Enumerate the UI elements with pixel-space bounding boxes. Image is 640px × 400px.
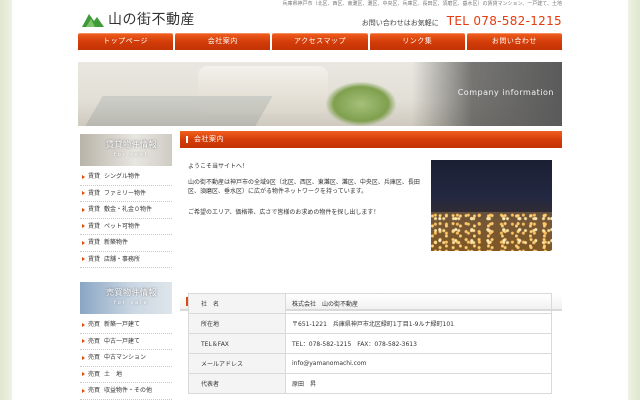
item-label: 収益物件・その他 [104,387,153,394]
table-value: 株式会社 山の街不動産 [285,293,552,314]
city-lights [431,212,552,251]
banner-caption: Company information [457,88,554,97]
sale-section-title: 売買物件情報 [106,288,157,297]
item-category: 売買 [88,370,101,378]
rent-section-subtitle: for rent [114,152,149,158]
item-label: 中古一戸建て [104,337,141,345]
item-label: 土 地 [104,370,123,378]
table-key: メールアドレス [188,353,286,374]
arrow-bullet-icon [82,224,85,229]
arrow-bullet-icon [82,322,85,327]
nav-item-access-map[interactable]: アクセスマップ [272,33,368,50]
item-category: 売買 [88,337,101,345]
item-label: シングル物件 [104,173,141,180]
site-tagline: 兵庫県神戸市（北区、西区、東灘区、灘区、中央区、兵庫区、長田区、須磨区、垂水区）… [282,1,562,7]
table-value: TEL：078-582-1215 FAX：078-582-3613 [285,333,552,354]
banner-glass-table-image [85,96,273,126]
table-value: 原田 昇 [285,373,552,394]
arrow-bullet-icon [82,174,85,179]
arrow-bullet-icon [82,388,85,393]
nav-item-contact[interactable]: お問い合わせ [466,33,563,50]
sidebar-item-pets-allowed[interactable]: 賃貸 ペット可物件 [80,219,172,235]
arrow-bullet-icon [82,207,85,212]
table-key: 代表者 [188,373,286,394]
arrow-bullet-icon [82,372,85,377]
item-category: 賃貸 [88,173,101,180]
arrow-bullet-icon [82,257,85,262]
item-category: 賃貸 [88,206,101,213]
page-container: 山の街不動産 兵庫県神戸市（北区、西区、東灘区、灘区、中央区、兵庫区、長田区、須… [78,0,563,400]
item-category: 売買 [88,387,101,394]
main-content: 会社案内 ようこそ当サイトへ！ 山の街不動産は神戸市の全域9区（北区、西区、東灘… [180,131,562,394]
contact-label: お問い合わせはお気軽に [361,19,439,27]
arrow-bullet-icon [82,355,85,360]
table-value[interactable]: info@yamanomachi.com [285,353,552,374]
right-background-stripe [628,0,640,400]
sale-section-header[interactable]: 売買物件情報 for sale [80,282,172,314]
nav-item-top[interactable]: トップページ [78,33,174,50]
logo-text: 山の街不動産 [108,12,195,28]
rent-section-title: 賃貸物件情報 [106,140,157,149]
rent-list: 賃貸 シングル物件 賃貸 ファミリー物件 賃貸 敷金・礼金０物件 賃貸 ペット可物件 賃… [80,169,172,268]
arrow-bullet-icon [82,191,85,196]
item-label: 新築物件 [104,239,129,246]
section-title: 会社案内 [180,131,562,148]
item-category: 賃貸 [88,222,101,230]
sidebar-item-new-house[interactable]: 売買 新築一戸建て [80,317,172,334]
sidebar: 賃貸物件情報 for rent 賃貸 シングル物件 賃貸 ファミリー物件 賃貸 敷金・… [80,134,172,400]
item-label: 敷金・礼金０物件 [104,206,153,213]
banner-plant-image [326,82,396,126]
item-category: 売買 [88,354,101,361]
arrow-bullet-icon [82,339,85,344]
left-background-stripe [0,0,12,400]
sidebar-item-used-house[interactable]: 売買 中古一戸建て [80,334,172,350]
item-label: 店舗・事務所 [104,255,141,263]
item-category: 賃貸 [88,189,101,197]
table-key: 所在地 [188,313,286,334]
sidebar-item-shop-office[interactable]: 賃貸 店舗・事務所 [80,252,172,268]
item-label: ファミリー物件 [104,189,147,197]
sidebar-item-land[interactable]: 売買土 地 [80,367,172,383]
sidebar-item-family[interactable]: 賃貸 ファミリー物件 [80,186,172,202]
table-row: 社 名株式会社 山の街不動産 [188,293,552,314]
arrow-bullet-icon [82,240,85,245]
table-key: 社 名 [188,293,286,314]
intro-paragraph: 山の街不動産は神戸市の全域9区（北区、西区、東灘区、灘区、中央区、兵庫区、長田区… [188,179,420,195]
main-nav: トップページ 会社案内 アクセスマップ リンク集 お問い合わせ [78,33,563,50]
mountain-logo-icon [82,14,104,27]
rent-section-header[interactable]: 賃貸物件情報 for rent [80,134,172,166]
table-row: 所在地 〒651-1221 兵庫県神戸市北区緑町1丁目1-9ルナ緑町101 [188,313,552,334]
table-row: 代表者 原田 昇 [188,373,552,394]
sidebar-item-income-property[interactable]: 売買 収益物件・その他 [80,383,172,400]
sidebar-item-single[interactable]: 賃貸 シングル物件 [80,169,172,186]
sidebar-item-used-condo[interactable]: 売買 中古マンション [80,350,172,367]
phone-number[interactable]: TEL 078-582-1215 [447,14,562,28]
item-category: 賃貸 [88,255,101,263]
table-row: メールアドレス info@yamanomachi.com [188,353,552,374]
intro-block: ようこそ当サイトへ！ 山の街不動産は神戸市の全域9区（北区、西区、東灘区、灘区、… [180,160,562,258]
item-category: 賃貸 [88,239,101,246]
site-logo[interactable]: 山の街不動産 [82,8,195,30]
contact-bar: お問い合わせはお気軽に TEL 078-582-1215 [362,14,562,28]
sale-section-subtitle: for sale [114,300,149,306]
item-label: ペット可物件 [104,222,141,230]
item-label: 中古マンション [104,354,147,361]
night-view-photo [431,160,552,251]
intro-greeting: ようこそ当サイトへ！ [188,163,249,170]
intro-paragraph-2: ご希望のエリア、価格帯、広さで皆様のお求めの物件を探し出します！ [188,209,380,216]
item-label: 新築一戸建て [104,321,141,328]
table-row: TEL＆FAX TEL：078-582-1215 FAX：078-582-3613 [188,333,552,354]
sale-list: 売買 新築一戸建て 売買 中古一戸建て 売買 中古マンション 売買土 地 売買 収益物件… [80,317,172,400]
company-info-table: 社 名株式会社 山の街不動産 所在地 〒651-1221 兵庫県神戸市北区緑町1丁… [188,293,552,394]
table-value: 〒651-1221 兵庫県神戸市北区緑町1丁目1-9ルナ緑町101 [285,313,552,334]
table-key: TEL＆FAX [188,333,286,354]
sidebar-item-zero-deposit[interactable]: 賃貸 敷金・礼金０物件 [80,202,172,219]
item-category: 売買 [88,321,101,328]
nav-item-links[interactable]: リンク集 [369,33,465,50]
nav-item-company[interactable]: 会社案内 [175,33,271,50]
hero-banner: Company information [78,62,562,126]
sidebar-item-new-build[interactable]: 賃貸 新築物件 [80,235,172,252]
